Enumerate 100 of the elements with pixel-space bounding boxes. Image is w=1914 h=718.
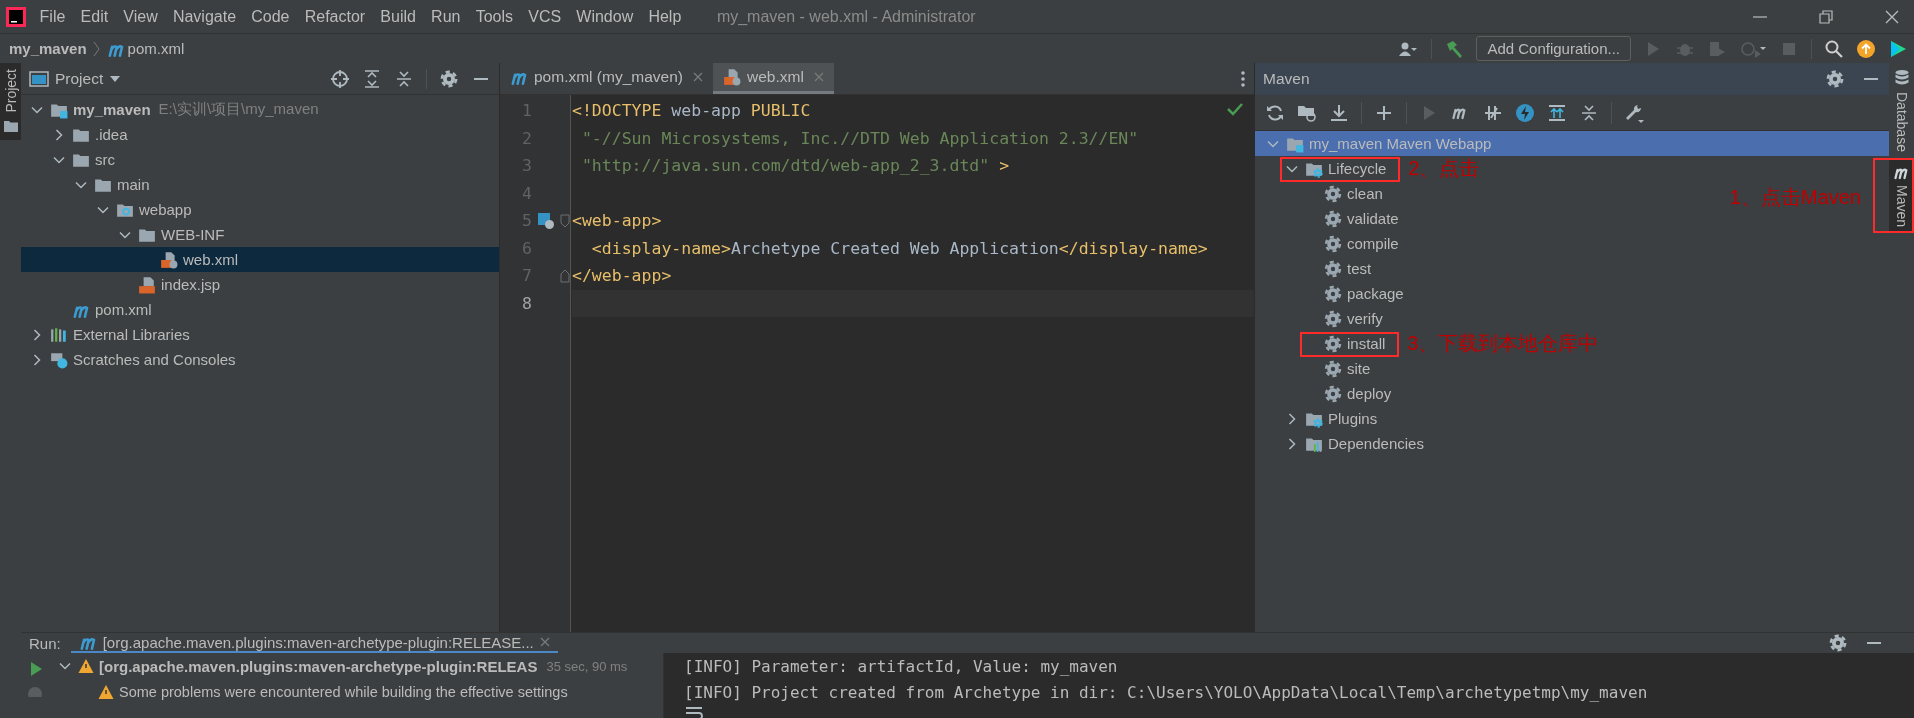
- more-options-icon[interactable]: [1240, 69, 1246, 88]
- tree-item[interactable]: install: [1303, 334, 1386, 353]
- tree-item[interactable]: verify: [1303, 309, 1383, 328]
- tree-item[interactable]: Plugins: [1284, 409, 1378, 428]
- annotation-text: 1、点击Maven: [1729, 184, 1861, 210]
- panel-title: Run:: [29, 634, 61, 652]
- menu-item[interactable]: Navigate: [165, 7, 244, 26]
- code-line: <web-app>: [572, 210, 662, 233]
- tree-item[interactable]: package: [1303, 284, 1404, 303]
- tree-item[interactable]: Dependencies: [1284, 434, 1424, 453]
- tree-item[interactable]: pom.xml: [51, 300, 152, 319]
- search-icon[interactable]: [1824, 38, 1844, 59]
- menu-item[interactable]: Tools: [468, 7, 521, 26]
- jsp-file-icon: [138, 275, 156, 294]
- caret-icon[interactable]: [109, 73, 122, 84]
- database-icon: [1893, 69, 1910, 87]
- refresh-icon[interactable]: [1265, 102, 1285, 123]
- menu-item[interactable]: Build: [372, 7, 424, 26]
- tree-item[interactable]: index.jsp: [117, 275, 221, 294]
- wrench-icon[interactable]: [1624, 102, 1646, 123]
- breadcrumb[interactable]: my_maven: [9, 40, 87, 57]
- collapse-all-icon[interactable]: [394, 68, 414, 89]
- tree-item[interactable]: my_maven: [29, 100, 151, 119]
- close-icon[interactable]: [693, 72, 703, 82]
- tree-item[interactable]: Scratches and Consoles: [29, 350, 236, 369]
- annotation-text: 3、下载到本地仓库中: [1407, 331, 1599, 356]
- editor-tab[interactable]: web.xml: [713, 63, 834, 94]
- run-tree-item[interactable]: Some problems were encountered while building the effective settings: [119, 684, 568, 700]
- path-hint: E:\实训\项目\my_maven: [158, 100, 319, 119]
- tree-item[interactable]: compile: [1303, 234, 1399, 253]
- check-icon: [1226, 101, 1244, 117]
- menu-item[interactable]: Help: [640, 7, 689, 26]
- code-line: <!DOCTYPE web-app PUBLIC: [572, 100, 811, 123]
- hammer-icon[interactable]: [1444, 38, 1465, 59]
- menu-item[interactable]: VCS: [520, 7, 569, 26]
- annotation-text: 2、点击: [1408, 156, 1480, 181]
- expand-icon[interactable]: [1547, 102, 1567, 123]
- tree-item[interactable]: webapp: [95, 200, 192, 219]
- collapse-all-icon[interactable]: [1579, 102, 1599, 123]
- menu-item[interactable]: View: [115, 7, 166, 26]
- panel-title[interactable]: Project: [55, 69, 104, 88]
- libraries-icon: [50, 325, 68, 344]
- settings-icon[interactable]: [439, 68, 459, 89]
- menu-item[interactable]: File: [32, 7, 73, 26]
- settings-icon[interactable]: [1825, 69, 1845, 89]
- warning-icon: [98, 684, 114, 700]
- window-icon: [29, 69, 49, 88]
- code-line: </web-app>: [572, 265, 672, 288]
- menu-item[interactable]: Window: [568, 7, 641, 26]
- code-line: <display-name>Archetype Created Web Application</display-name>: [590, 237, 1208, 260]
- gear-icon: [1324, 384, 1342, 403]
- tree-item[interactable]: test: [1303, 259, 1372, 278]
- close-icon[interactable]: [539, 637, 550, 647]
- locate-icon[interactable]: [330, 68, 350, 89]
- menu-item[interactable]: Refactor: [297, 7, 373, 26]
- tree-item[interactable]: web.xml: [139, 250, 238, 269]
- lightning-icon[interactable]: [1515, 102, 1535, 123]
- editor-tab[interactable]: pom.xml (my_maven): [500, 63, 713, 94]
- tree-item[interactable]: clean: [1303, 184, 1383, 203]
- gear-icon: [1324, 309, 1342, 328]
- gear-icon: [1324, 284, 1342, 303]
- fold-start-icon[interactable]: [560, 213, 570, 228]
- tree-item[interactable]: .idea: [51, 125, 128, 144]
- run-configuration-button[interactable]: Add Configuration...: [1476, 36, 1631, 61]
- tree-item[interactable]: WEB-INF: [117, 225, 225, 244]
- scratches-icon: [50, 350, 68, 369]
- menu-item[interactable]: Code: [243, 7, 298, 26]
- download-icon[interactable]: [1329, 102, 1349, 123]
- xml-file-icon: [723, 68, 741, 86]
- breadcrumb-separator-icon: [92, 40, 101, 57]
- run-tree-item[interactable]: [org.apache.maven.plugins:maven-archetype-plugin:RELEAS: [99, 657, 538, 675]
- code-line: "-//Sun Microsystems, Inc.//DTD Web Application 2.3//EN": [580, 127, 1139, 150]
- xml-file-icon: [160, 250, 178, 269]
- tool-window-tab[interactable]: Database: [1889, 63, 1914, 158]
- settings-icon[interactable]: [1828, 633, 1848, 653]
- tool-window-tab[interactable]: Project: [0, 63, 21, 140]
- toolbox-logo-icon[interactable]: [1888, 38, 1908, 59]
- app-logo-icon[interactable]: [6, 6, 26, 27]
- update-icon[interactable]: [1856, 38, 1876, 59]
- tree-item[interactable]: Lifecycle: [1284, 159, 1387, 178]
- expand-all-icon[interactable]: [362, 68, 382, 89]
- gear-icon: [1324, 234, 1342, 253]
- menu-item[interactable]: Edit: [72, 7, 116, 26]
- tree-item[interactable]: src: [51, 150, 115, 169]
- tree-item[interactable]: deploy: [1303, 384, 1392, 403]
- menu-item[interactable]: Run: [423, 7, 469, 26]
- tree-item[interactable]: site: [1303, 359, 1371, 378]
- web-module-icon[interactable]: [537, 211, 555, 230]
- line-number: 8: [521, 293, 532, 313]
- tree-item[interactable]: validate: [1303, 209, 1399, 228]
- tree-item[interactable]: External Libraries: [29, 325, 190, 344]
- gear-icon: [1324, 259, 1342, 278]
- gear-icon: [1324, 209, 1342, 228]
- tree-item[interactable]: main: [73, 175, 150, 194]
- panel-title: Maven: [1263, 70, 1310, 88]
- console-line: [INFO] Project created from Archetype in dir: C:\Users\YOLO\AppData\Local\Temp\archetypetmp\my_maven: [684, 681, 1649, 704]
- gear-icon: [1324, 184, 1342, 203]
- breadcrumb[interactable]: pom.xml: [127, 40, 185, 57]
- gear-icon: [1324, 359, 1342, 378]
- fold-end-icon[interactable]: [560, 268, 570, 283]
